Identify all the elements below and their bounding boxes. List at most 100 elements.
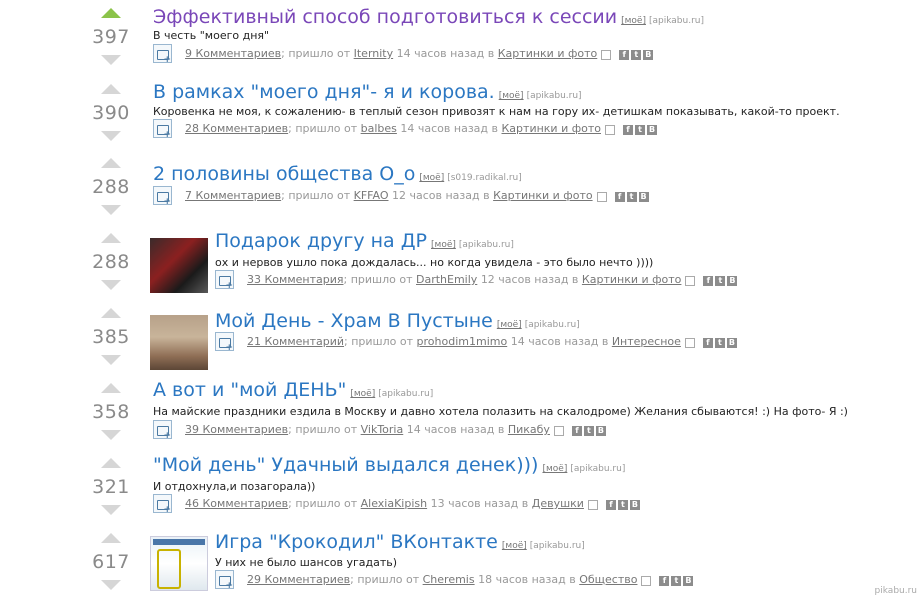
post-title-link[interactable]: Игра "Крокодил" ВКонтакте [215, 531, 498, 553]
mine-tag-link[interactable]: [моё] [431, 240, 456, 250]
favorite-icon[interactable] [641, 575, 652, 586]
post-score: 385 [92, 326, 130, 348]
vote-up-icon[interactable] [101, 158, 121, 168]
category-link[interactable]: Девушки [532, 497, 584, 510]
author-link[interactable]: Iternity [354, 47, 394, 60]
save-post-icon[interactable] [215, 570, 234, 591]
author-link[interactable]: balbes [361, 122, 397, 135]
twitter-share-icon[interactable]: t [617, 499, 628, 510]
category-link[interactable]: Пикабу [508, 423, 550, 436]
facebook-share-icon[interactable]: f [571, 425, 582, 436]
twitter-share-icon[interactable]: t [631, 49, 642, 60]
vote-up-icon[interactable] [101, 233, 121, 243]
vk-share-icon[interactable]: B [643, 49, 654, 60]
facebook-share-icon[interactable]: f [614, 191, 625, 202]
author-link[interactable]: VikToria [361, 423, 404, 436]
author-link[interactable]: prohodim1mimo [417, 335, 508, 348]
vote-up-icon[interactable] [101, 533, 121, 543]
vote-down-icon[interactable] [101, 430, 121, 440]
save-post-icon[interactable] [215, 332, 234, 353]
vote-down-icon[interactable] [101, 280, 121, 290]
post-title-link[interactable]: А вот и "мой ДЕНЬ" [153, 379, 346, 401]
comments-link[interactable]: 39 Комментариев [185, 423, 288, 436]
favorite-icon[interactable] [601, 49, 612, 60]
mine-tag-link[interactable]: [моё] [350, 389, 375, 399]
vk-share-icon[interactable]: B [595, 425, 606, 436]
author-link[interactable]: AlexiaKipish [361, 497, 427, 510]
vote-down-icon[interactable] [101, 205, 121, 215]
vk-share-icon[interactable]: B [683, 575, 694, 586]
vk-share-icon[interactable]: B [727, 275, 738, 286]
author-link[interactable]: KFFAO [354, 189, 389, 202]
post-thumbnail[interactable] [150, 536, 208, 591]
comments-link[interactable]: 21 Комментарий [247, 335, 344, 348]
vote-up-icon[interactable] [101, 8, 121, 18]
vk-share-icon[interactable]: B [726, 337, 737, 348]
category-link[interactable]: Картинки и фото [493, 189, 593, 202]
favorite-icon[interactable] [553, 425, 564, 436]
twitter-share-icon[interactable]: t [635, 124, 645, 135]
save-post-icon[interactable] [153, 119, 172, 140]
category-link[interactable]: Картинки и фото [498, 47, 598, 60]
vote-down-icon[interactable] [101, 355, 121, 365]
post-title-link[interactable]: "Мой день" Удачный выдался денек))) [153, 454, 538, 476]
facebook-share-icon[interactable]: f [703, 275, 714, 286]
mine-tag-link[interactable]: [моё] [497, 320, 522, 330]
post-thumbnail[interactable] [150, 315, 208, 370]
post-title-link[interactable]: 2 половины общества О_о [153, 163, 415, 185]
comments-link[interactable]: 28 Комментариев [185, 122, 288, 135]
comments-link[interactable]: 46 Комментариев [185, 497, 288, 510]
comments-link[interactable]: 9 Комментариев [185, 47, 281, 60]
favorite-icon[interactable] [684, 337, 695, 348]
vote-up-icon[interactable] [101, 308, 121, 318]
vote-up-icon[interactable] [101, 84, 121, 94]
comments-link[interactable]: 29 Комментариев [247, 573, 350, 586]
post-title-link[interactable]: Подарок другу на ДР [215, 230, 427, 252]
post-thumbnail[interactable] [150, 238, 208, 293]
save-post-icon[interactable] [153, 44, 172, 65]
mine-tag-link[interactable]: [моё] [499, 91, 524, 101]
facebook-share-icon[interactable]: f [619, 49, 630, 60]
facebook-share-icon[interactable]: f [605, 499, 616, 510]
vote-down-icon[interactable] [101, 580, 121, 590]
save-post-icon[interactable] [153, 420, 172, 441]
vote-up-icon[interactable] [101, 383, 121, 393]
vote-down-icon[interactable] [101, 55, 121, 65]
facebook-share-icon[interactable]: f [702, 337, 713, 348]
twitter-share-icon[interactable]: t [715, 275, 726, 286]
vk-share-icon[interactable]: B [638, 191, 649, 202]
comments-link[interactable]: 7 Комментариев [185, 189, 281, 202]
twitter-share-icon[interactable]: t [714, 337, 725, 348]
twitter-share-icon[interactable]: t [626, 191, 637, 202]
mine-tag-link[interactable]: [моё] [502, 541, 527, 551]
mine-tag-link[interactable]: [моё] [621, 16, 646, 26]
twitter-share-icon[interactable]: t [671, 575, 682, 586]
save-post-icon[interactable] [153, 494, 172, 515]
save-post-icon[interactable] [153, 186, 172, 207]
post-title-link[interactable]: Мой День - Храм В Пустыне [215, 310, 493, 332]
mine-tag-link[interactable]: [моё] [419, 173, 444, 183]
favorite-icon[interactable] [605, 124, 615, 135]
favorite-icon[interactable] [685, 275, 696, 286]
vk-share-icon[interactable]: B [647, 124, 657, 135]
favorite-icon[interactable] [587, 499, 598, 510]
save-post-icon[interactable] [215, 270, 234, 291]
vote-down-icon[interactable] [101, 131, 121, 141]
vote-down-icon[interactable] [101, 505, 121, 515]
vote-up-icon[interactable] [101, 458, 121, 468]
author-link[interactable]: Cheremis [423, 573, 475, 586]
vk-share-icon[interactable]: B [629, 499, 640, 510]
favorite-icon[interactable] [596, 191, 607, 202]
post-title-link[interactable]: В рамках "моего дня"- я и корова. [153, 81, 495, 103]
category-link[interactable]: Общество [579, 573, 637, 586]
facebook-share-icon[interactable]: f [659, 575, 670, 586]
facebook-share-icon[interactable]: f [623, 124, 633, 135]
post-title-link[interactable]: Эффективный способ подготовиться к сесси… [153, 6, 617, 28]
mine-tag-link[interactable]: [моё] [542, 464, 567, 474]
author-link[interactable]: DarthEmily [416, 273, 477, 286]
category-link[interactable]: Картинки и фото [582, 273, 682, 286]
category-link[interactable]: Картинки и фото [502, 122, 602, 135]
category-link[interactable]: Интересное [612, 335, 681, 348]
twitter-share-icon[interactable]: t [583, 425, 594, 436]
comments-link[interactable]: 33 Комментария [247, 273, 344, 286]
